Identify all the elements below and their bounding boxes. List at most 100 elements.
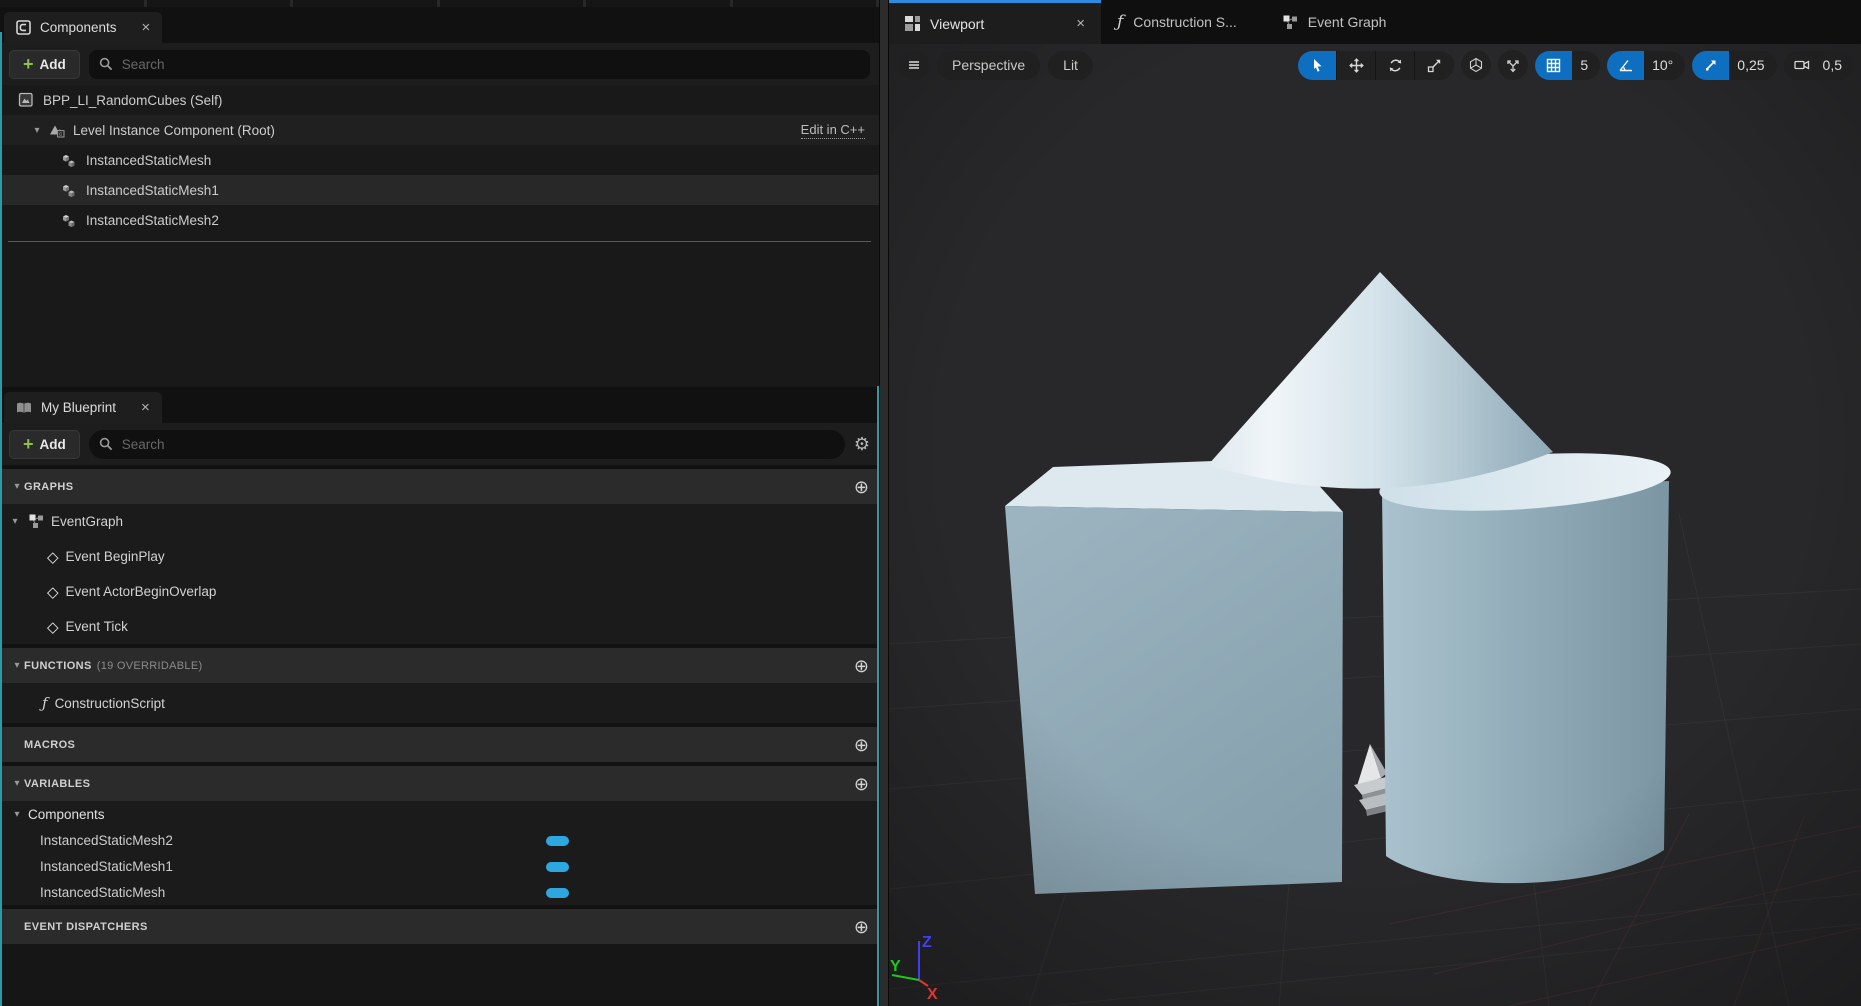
expander-icon[interactable]: ▾ [10, 809, 24, 820]
row-constructionscript[interactable]: ƒ ConstructionScript [0, 683, 879, 723]
variable-type-pill[interactable] [546, 888, 569, 898]
components-search-input[interactable] [122, 57, 860, 72]
section-macros[interactable]: MACROS ⊕ [0, 727, 879, 762]
variable-type-pill[interactable] [546, 862, 569, 872]
add-graph-icon[interactable]: ⊕ [854, 478, 869, 496]
row-event-actorbeginoverlap[interactable]: ◇ Event ActorBeginOverlap [0, 574, 879, 609]
row-event-tick[interactable]: ◇ Event Tick [0, 609, 879, 644]
section-functions[interactable]: ▾ FUNCTIONS (19 OVERRIDABLE) ⊕ [0, 648, 879, 683]
tab-my-blueprint[interactable]: My Blueprint × [4, 392, 162, 423]
expander-icon[interactable]: ▾ [30, 125, 44, 136]
variable-type-pill[interactable] [546, 836, 569, 846]
components-tree: BPP_LI_RandomCubes (Self) ▾ c Level Inst… [0, 85, 879, 242]
row-event-beginplay[interactable]: ◇ Event BeginPlay [0, 539, 879, 574]
move-tool-button[interactable] [1337, 51, 1376, 80]
perspective-dropdown[interactable]: Perspective [937, 51, 1040, 80]
section-macros-label: MACROS [24, 739, 75, 751]
scale-snap-value[interactable]: 0,25 [1729, 51, 1776, 80]
view-mode-dropdown[interactable]: Lit [1048, 51, 1093, 80]
tree-row-label: Level Instance Component (Root) [73, 123, 275, 138]
variable-row[interactable]: InstancedStaticMesh1 [0, 853, 879, 879]
components-icon [16, 20, 31, 35]
add-event-dispatcher-icon[interactable]: ⊕ [854, 918, 869, 936]
event-graph-icon [29, 514, 44, 529]
tree-row-ism1[interactable]: InstancedStaticMesh1 [0, 175, 879, 205]
add-function-icon[interactable]: ⊕ [854, 657, 869, 675]
dock-splitter[interactable] [879, 0, 889, 1006]
rotation-snap-value[interactable]: 10° [1644, 51, 1685, 80]
tab-construction-script[interactable]: ƒ Construction S... [1101, 0, 1253, 44]
add-variable-icon[interactable]: ⊕ [854, 775, 869, 793]
event-graph-icon [1283, 15, 1298, 30]
tab-viewport[interactable]: Viewport × [889, 0, 1101, 44]
tree-row-ism[interactable]: InstancedStaticMesh [0, 145, 879, 175]
variable-label: InstancedStaticMesh [40, 885, 165, 900]
add-macro-icon[interactable]: ⊕ [854, 736, 869, 754]
section-event-dispatchers-label: EVENT DISPATCHERS [24, 921, 148, 933]
tree-row-self[interactable]: BPP_LI_RandomCubes (Self) [0, 85, 879, 115]
my-blueprint-search[interactable] [89, 430, 845, 459]
row-eventgraph[interactable]: ▾ EventGraph [0, 504, 879, 539]
expander-icon[interactable]: ▾ [10, 481, 24, 492]
section-variables[interactable]: ▾ VARIABLES ⊕ [0, 766, 879, 801]
camera-speed-value[interactable]: 0,5 [1821, 51, 1854, 80]
world-axes-icon [1468, 57, 1484, 73]
rotate-tool-button[interactable] [1376, 51, 1415, 80]
rotation-snap-toggle[interactable] [1607, 51, 1644, 80]
tree-row-label: InstancedStaticMesh [86, 153, 211, 168]
my-blueprint-search-input[interactable] [122, 437, 835, 452]
add-component-label: Add [40, 57, 66, 72]
move-icon [1349, 58, 1364, 73]
surface-snapping-button[interactable] [1498, 50, 1528, 80]
tab-components[interactable]: Components × [4, 12, 162, 43]
close-icon[interactable]: × [141, 399, 150, 416]
components-panel: Components × + Add [0, 7, 879, 387]
tab-event-graph[interactable]: Event Graph [1267, 0, 1403, 44]
my-blueprint-panel: My Blueprint × + Add ⚙ [0, 387, 879, 1006]
section-variables-label: VARIABLES [24, 778, 90, 790]
section-event-dispatchers[interactable]: EVENT DISPATCHERS ⊕ [0, 909, 879, 944]
tab-components-label: Components [40, 20, 117, 35]
gear-icon[interactable]: ⚙ [854, 434, 870, 455]
svg-text:c: c [59, 132, 62, 138]
viewport-tabbar: Viewport × ƒ Construction S... Event Gra… [889, 0, 1861, 44]
section-graphs[interactable]: ▾ GRAPHS ⊕ [0, 469, 879, 504]
camera-speed-icon[interactable] [1784, 51, 1821, 80]
viewport-canvas[interactable]: Z Y X Perspective Lit [889, 44, 1861, 1006]
close-icon[interactable]: × [1076, 15, 1085, 32]
tree-row-ism2[interactable]: InstancedStaticMesh2 [0, 205, 879, 235]
tree-row-label: BPP_LI_RandomCubes (Self) [43, 93, 222, 108]
tab-my-blueprint-label: My Blueprint [41, 400, 116, 415]
grid-snap-value[interactable]: 5 [1572, 51, 1600, 80]
expander-icon[interactable]: ▾ [10, 778, 24, 789]
viewport-icon [905, 16, 920, 31]
event-node-icon: ◇ [47, 548, 59, 566]
section-functions-sublabel: (19 OVERRIDABLE) [97, 660, 203, 672]
add-component-button[interactable]: + Add [9, 50, 80, 79]
scale-tool-button[interactable] [1415, 51, 1454, 80]
viewport-menu-button[interactable] [899, 50, 929, 80]
coordinate-system-button[interactable] [1461, 50, 1491, 80]
edit-in-cpp-link[interactable]: Edit in C++ [801, 122, 865, 139]
add-blueprint-item-button[interactable]: + Add [9, 430, 80, 459]
graphs-body: ▾ EventGraph ◇ Event BeginPlay ◇ Event A [0, 504, 879, 644]
select-tool-button[interactable] [1298, 51, 1337, 80]
components-search[interactable] [89, 50, 870, 79]
variable-row[interactable]: InstancedStaticMesh [0, 879, 879, 905]
grid-snap-toggle[interactable] [1535, 51, 1572, 80]
variable-row[interactable]: InstancedStaticMesh2 [0, 827, 879, 853]
scale-snap-control: 0,25 [1692, 51, 1776, 80]
close-icon[interactable]: × [142, 19, 151, 36]
window-top-strip [0, 0, 879, 7]
scale-snap-toggle[interactable] [1692, 51, 1729, 80]
expander-icon[interactable]: ▾ [8, 516, 22, 527]
panel-focus-border [0, 32, 2, 1006]
expander-icon[interactable]: ▾ [10, 660, 24, 671]
tree-row-root-component[interactable]: ▾ c Level Instance Component (Root) Edit… [0, 115, 879, 145]
components-tabbar: Components × [0, 7, 879, 43]
variable-category-components[interactable]: ▾ Components [0, 801, 879, 827]
axis-x-label: X [927, 986, 938, 1003]
function-label: ConstructionScript [55, 696, 165, 711]
search-icon [99, 437, 113, 451]
functions-body: ƒ ConstructionScript [0, 683, 879, 723]
